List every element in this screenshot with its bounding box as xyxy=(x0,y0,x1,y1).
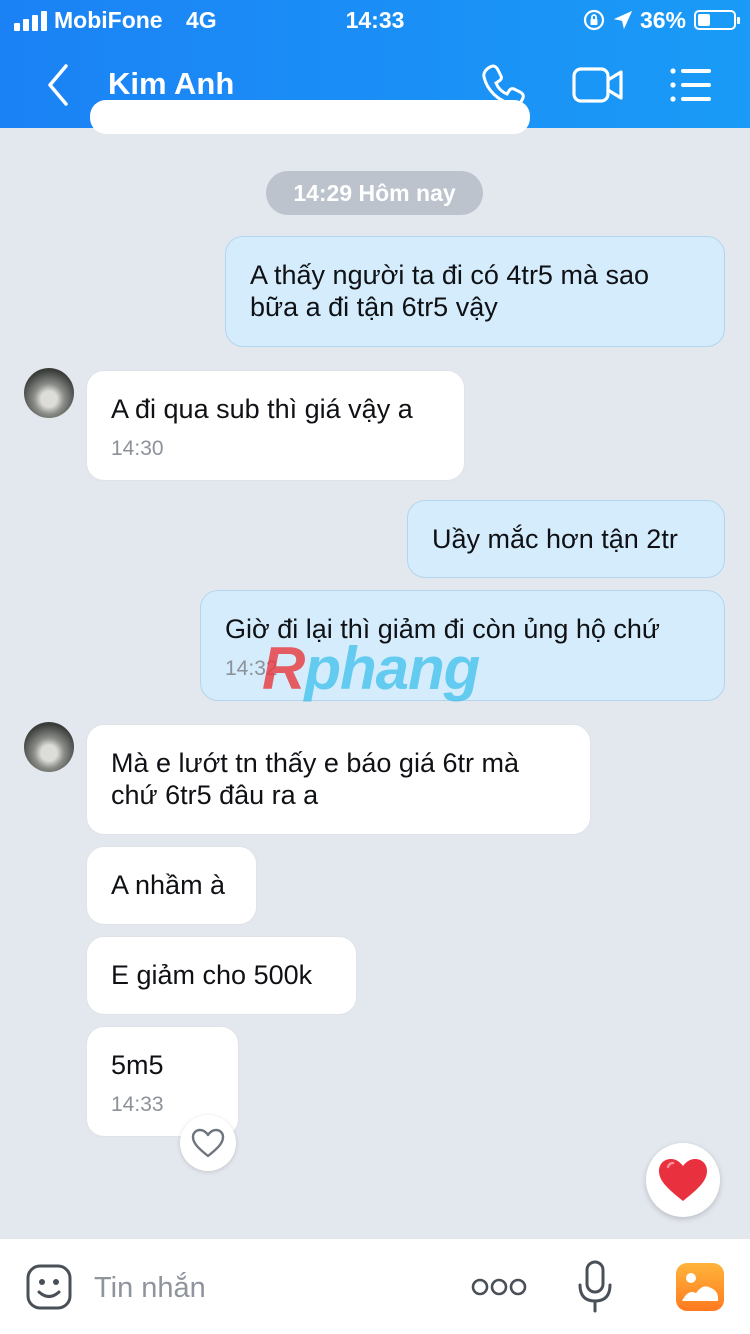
image-icon[interactable] xyxy=(674,1261,726,1313)
heart-icon xyxy=(659,1159,707,1201)
more-icon[interactable] xyxy=(470,1272,528,1302)
contact-avatar[interactable] xyxy=(24,368,74,418)
emoji-icon[interactable] xyxy=(24,1262,74,1312)
rotation-lock-icon xyxy=(583,9,605,31)
message-time: 14:33 xyxy=(111,1093,164,1116)
back-icon[interactable] xyxy=(30,60,86,110)
battery-percent: 36% xyxy=(639,6,686,33)
message-time: 14:30 xyxy=(111,437,164,460)
message-text: E giảm cho 500k xyxy=(111,960,313,990)
watermark-logo: Rphang xyxy=(262,635,480,702)
message-bubble-incoming[interactable]: E giảm cho 500k xyxy=(86,936,357,1015)
date-separator: 14:29 Hôm nay xyxy=(266,171,483,215)
message-input-bar xyxy=(0,1238,750,1334)
message-bubble-outgoing[interactable]: Uầy mắc hơn tận 2tr xyxy=(407,500,725,578)
heart-outline-icon xyxy=(191,1128,225,1158)
message-text: 5m5 xyxy=(111,1050,164,1080)
status-bar: MobiFone 4G 14:33 36% xyxy=(0,0,750,40)
message-bubble-incoming[interactable]: A đi qua sub thì giá vậy a 14:30 xyxy=(86,370,465,481)
quick-heart-button[interactable] xyxy=(646,1143,720,1217)
message-text: Uầy mắc hơn tận 2tr xyxy=(432,524,678,554)
previous-message-bubble xyxy=(90,100,530,134)
message-text: A thấy người ta đi có 4tr5 mà sao bữa a … xyxy=(250,260,649,322)
battery-icon xyxy=(694,10,740,30)
message-text: Mà e lướt tn thấy e báo giá 6tr mà chứ 6… xyxy=(111,748,519,810)
message-text: A đi qua sub thì giá vậy a xyxy=(111,394,413,424)
message-bubble-incoming[interactable]: A nhầm à xyxy=(86,846,257,925)
menu-icon[interactable] xyxy=(664,60,718,110)
microphone-icon[interactable] xyxy=(576,1259,614,1315)
message-input[interactable] xyxy=(94,1267,434,1309)
contact-avatar[interactable] xyxy=(24,722,74,772)
react-heart-button[interactable] xyxy=(180,1115,236,1171)
message-bubble-incoming[interactable]: Mà e lướt tn thấy e báo giá 6tr mà chứ 6… xyxy=(86,724,591,835)
message-bubble-outgoing[interactable]: A thấy người ta đi có 4tr5 mà sao bữa a … xyxy=(225,236,725,347)
location-arrow-icon xyxy=(613,10,633,30)
video-call-icon[interactable] xyxy=(566,60,628,110)
contact-name[interactable]: Kim Anh xyxy=(108,66,234,102)
message-text: A nhầm à xyxy=(111,870,226,900)
status-right-group: 36% xyxy=(582,5,740,35)
